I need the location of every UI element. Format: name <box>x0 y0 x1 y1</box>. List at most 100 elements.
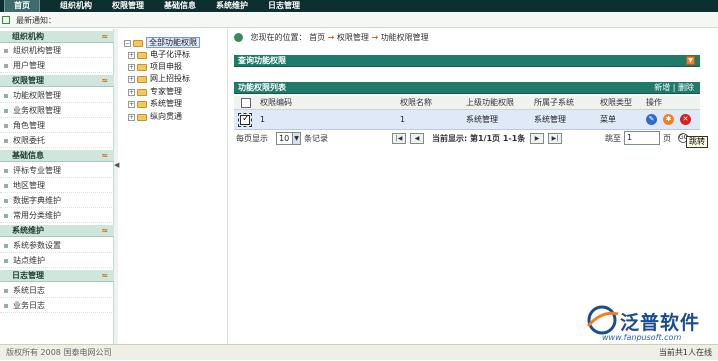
tree-node-label: 全部功能权限 <box>146 37 200 48</box>
sidebar-item-permission-delegation[interactable]: 权限委托 <box>0 134 114 148</box>
query-panel-header[interactable]: 查询功能权限 ▼ <box>234 55 700 67</box>
sidebar-item-org-management[interactable]: 组织机构管理 <box>0 44 114 58</box>
tree-node[interactable]: + 网上招投标 <box>128 73 190 85</box>
settings-icon[interactable]: ✱ <box>663 114 674 125</box>
expand-icon[interactable]: + <box>128 51 135 59</box>
collapse-chevron-icon[interactable]: ≈ <box>101 32 108 42</box>
sidebar-item-system-parameters[interactable]: 系统参数设置 <box>0 239 114 253</box>
notice-icon <box>2 16 10 24</box>
sidebar-item-label: 评标专业管理 <box>13 166 61 175</box>
tree-node-root[interactable]: − 全部功能权限 <box>124 37 200 49</box>
nav-organization[interactable]: 组织机构 <box>52 0 100 12</box>
cell-parent: 系统管理 <box>466 115 498 124</box>
list-panel-header: 功能权限列表 新增 | 删除 <box>234 82 700 94</box>
column-header: 所属子系统 <box>534 98 574 107</box>
bullet-icon <box>4 289 8 293</box>
jump-page-value: 1 <box>627 133 633 142</box>
first-page-button[interactable]: |◀ <box>392 133 406 144</box>
breadcrumb-permission[interactable]: 权限管理 <box>337 33 369 42</box>
expand-icon[interactable]: + <box>128 88 135 96</box>
sidebar-splitter[interactable]: ◀ <box>114 29 119 344</box>
sidebar-item-role-management[interactable]: 角色管理 <box>0 119 114 133</box>
sidebar-item-business-permission[interactable]: 业务权限管理 <box>0 104 114 118</box>
edit-icon[interactable]: ✎ <box>646 114 657 125</box>
row-checkbox[interactable] <box>240 114 250 125</box>
bullet-icon <box>4 169 8 173</box>
breadcrumb-home[interactable]: 首页 <box>309 33 325 42</box>
add-button[interactable]: 新增 <box>654 83 670 92</box>
page-size-prefix: 每页显示 <box>236 134 268 143</box>
table-row[interactable]: 1 1 系统管理 系统管理 菜单 ✎ ✱ ✕ <box>234 110 700 130</box>
sidebar-item-label: 常用分类维护 <box>13 211 61 220</box>
collapse-chevron-icon[interactable]: ≈ <box>101 76 108 86</box>
sidebar-item-function-permission[interactable]: 功能权限管理 <box>0 89 114 103</box>
last-page-button[interactable]: ▶| <box>548 133 562 144</box>
bullet-icon <box>4 64 8 68</box>
sidebar-group-organization[interactable]: 组织机构 ≈ <box>0 31 114 43</box>
sidebar-group-permission[interactable]: 权限管理 ≈ <box>0 75 114 87</box>
nav-home[interactable]: 首页 <box>4 0 40 12</box>
sidebar-item-data-dictionary[interactable]: 数据字典维护 <box>0 194 114 208</box>
bullet-icon <box>4 139 8 143</box>
collapse-icon[interactable]: − <box>124 39 131 47</box>
expand-icon[interactable]: + <box>128 113 135 121</box>
list-panel-title: 功能权限列表 <box>238 83 286 92</box>
tree-node[interactable]: + 项目申报 <box>128 61 182 73</box>
sidebar-item-site-maintenance[interactable]: 站点维护 <box>0 254 114 268</box>
collapse-chevron-icon[interactable]: ≈ <box>101 151 108 161</box>
nav-system-maintenance[interactable]: 系统维护 <box>208 0 256 12</box>
nav-basic-info[interactable]: 基础信息 <box>156 0 204 12</box>
sidebar-group-basic-info[interactable]: 基础信息 ≈ <box>0 150 114 162</box>
top-navigation-bar: 首页 组织机构 权限管理 基础信息 系统维护 日志管理 <box>0 0 718 12</box>
delete-icon[interactable]: ✕ <box>680 114 691 125</box>
expand-icon[interactable]: + <box>128 100 135 108</box>
nav-log-management[interactable]: 日志管理 <box>260 0 308 12</box>
delete-button[interactable]: 删除 <box>678 83 694 92</box>
tree-node-label: 专家管理 <box>150 87 182 96</box>
select-all-checkbox[interactable] <box>241 98 251 108</box>
expand-icon[interactable]: ▼ <box>686 56 695 65</box>
breadcrumb-separator: → <box>327 33 335 42</box>
sidebar-group-system-maintenance[interactable]: 系统维护 ≈ <box>0 225 114 237</box>
sidebar-item-system-log[interactable]: 系统日志 <box>0 284 114 298</box>
jump-page-input[interactable]: 1 <box>624 131 660 145</box>
collapse-chevron-icon[interactable]: ≈ <box>101 226 108 236</box>
sidebar-group-title: 基础信息 <box>12 151 44 160</box>
tree-node[interactable]: + 电子化评标 <box>128 49 190 61</box>
sidebar-item-label: 地区管理 <box>13 181 45 190</box>
sidebar-item-label: 业务日志 <box>13 301 45 310</box>
sidebar-item-common-categories[interactable]: 常用分类维护 <box>0 209 114 223</box>
sidebar-item-region-management[interactable]: 地区管理 <box>0 179 114 193</box>
pagination-bar: 每页显示 10 ▼ 条记录 |◀ ◀ 当前显示: 第1/1页 1-1条 ▶ ▶| … <box>234 131 714 148</box>
folder-icon <box>137 63 147 71</box>
cell-type: 菜单 <box>600 115 616 124</box>
column-header: 操作 <box>646 98 662 107</box>
expand-icon[interactable]: + <box>128 63 135 71</box>
brand-logo: 泛普软件 www.fanpusoft.com <box>582 302 712 346</box>
next-page-button[interactable]: ▶ <box>530 133 544 144</box>
sidebar-item-label: 组织机构管理 <box>13 46 61 55</box>
sidebar-item-business-log[interactable]: 业务日志 <box>0 299 114 313</box>
nav-permission-management[interactable]: 权限管理 <box>104 0 152 12</box>
tree-node[interactable]: + 专家管理 <box>128 86 182 98</box>
sidebar-item-evaluation-specialty[interactable]: 评标专业管理 <box>0 164 114 178</box>
sidebar-item-user-management[interactable]: 用户管理 <box>0 59 114 73</box>
expand-icon[interactable]: + <box>128 75 135 83</box>
sidebar-item-label: 系统日志 <box>13 286 45 295</box>
sidebar-group-log-management[interactable]: 日志管理 ≈ <box>0 270 114 282</box>
prev-page-button[interactable]: ◀ <box>410 133 424 144</box>
sidebar-item-label: 业务权限管理 <box>13 106 61 115</box>
column-header: 权限类型 <box>600 98 632 107</box>
main-content: 您现在的位置： 首页 → 权限管理 → 功能权限管理 查询功能权限 ▼ 功能权限… <box>230 29 718 344</box>
bullet-icon <box>4 199 8 203</box>
tree-node[interactable]: + 系统管理 <box>128 98 182 110</box>
tree-node-label: 网上招投标 <box>150 74 190 83</box>
list-actions: 新增 | 删除 <box>654 82 694 94</box>
collapse-arrow-icon[interactable]: ◀ <box>114 161 119 169</box>
sidebar-item-label: 用户管理 <box>13 61 45 70</box>
sidebar-item-label: 数据字典维护 <box>13 196 61 205</box>
page-unit: 页 <box>663 134 671 143</box>
tree-node[interactable]: + 纵向贯通 <box>128 111 182 123</box>
collapse-chevron-icon[interactable]: ≈ <box>101 271 108 281</box>
page-size-select[interactable]: 10 ▼ <box>276 132 301 145</box>
